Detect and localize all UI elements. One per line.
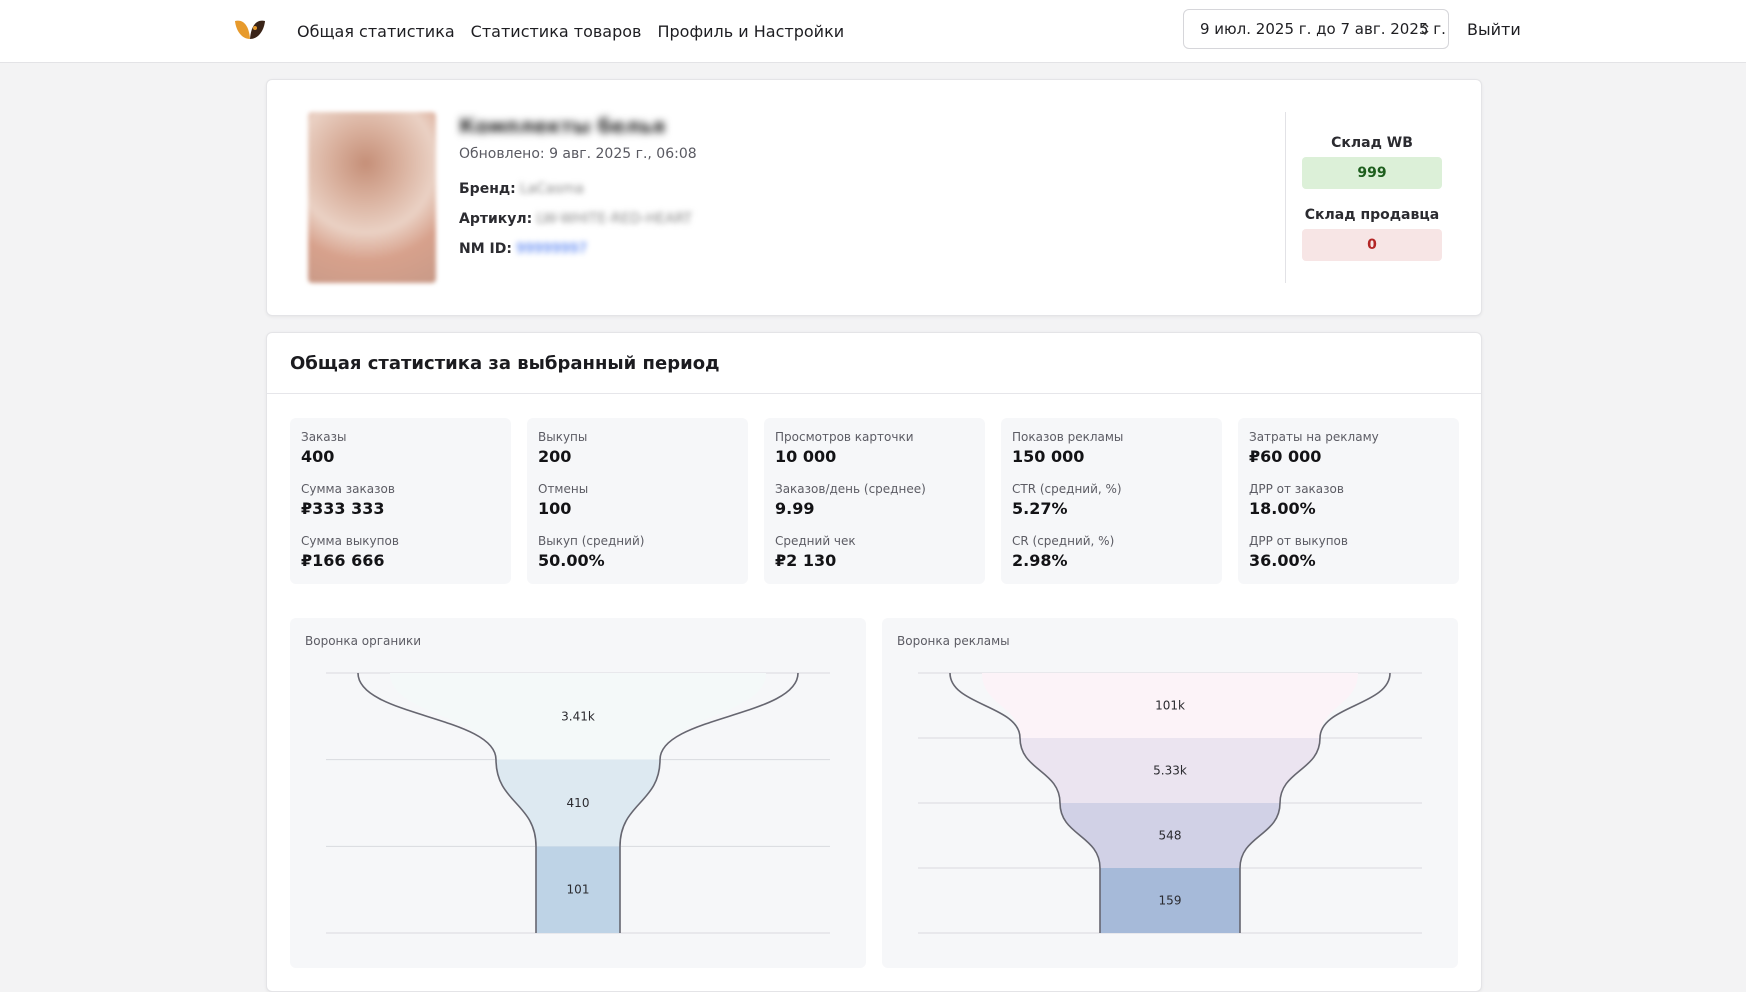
metric-value: 200	[538, 447, 572, 466]
metric-box: Просмотров карточки 10 000 Заказов/день (с…	[764, 418, 985, 584]
funnel-panel: Воронка рекламы 101k 5.33k 548 159	[882, 618, 1458, 968]
metric-box: Затраты на рекламу ₽60 000 ДРР от заказов 1…	[1238, 418, 1459, 584]
metric-label: Просмотров карточки	[775, 430, 914, 444]
metric-value: ₽333 333	[301, 499, 385, 518]
metric-label: CTR (средний, %)	[1012, 482, 1122, 496]
metric-value: 400	[301, 447, 335, 466]
stats-title: Общая статистика за выбранный период	[290, 353, 720, 374]
product-title: Комплекты белья	[459, 114, 666, 138]
metric-value: 5.27%	[1012, 499, 1068, 518]
funnel-panel: Воронка органики 3.41k 410 101	[290, 618, 866, 968]
metric-value: 2.98%	[1012, 551, 1068, 570]
nav-profile-settings[interactable]: Профиль и Настройки	[657, 22, 844, 41]
funnel-chart: 3.41k 410 101	[326, 672, 830, 934]
stock-wb-badge: 999	[1302, 157, 1442, 189]
metric-value: 18.00%	[1249, 499, 1316, 518]
chevron-updown-icon	[1421, 23, 1429, 35]
stock-seller-badge: 0	[1302, 229, 1442, 261]
brand-value: LaCasma	[519, 181, 585, 197]
funnel-stage-label: 101	[567, 883, 590, 897]
product-card: Комплекты белья Обновлено: 9 авг. 2025 г…	[266, 79, 1482, 316]
metric-value: 10 000	[775, 447, 837, 466]
article-row: Артикул: LW-WHITE-RED-HEART	[459, 211, 692, 227]
metric-value: ₽2 130	[775, 551, 837, 570]
funnel-stage-label: 101k	[1155, 699, 1185, 713]
metric-value: 150 000	[1012, 447, 1085, 466]
logo-icon[interactable]	[233, 17, 267, 43]
metric-box: Показов рекламы 150 000 CTR (средний, %) 5.…	[1001, 418, 1222, 584]
metric-label: ДРР от выкупов	[1249, 534, 1348, 548]
metric-label: Выкуп (средний)	[538, 534, 645, 548]
metric-label: Показов рекламы	[1012, 430, 1124, 444]
stock-seller-label: Склад продавца	[1304, 207, 1440, 223]
brand-label: Бренд:	[459, 181, 516, 197]
logout-button[interactable]: Выйти	[1467, 20, 1521, 39]
metric-value: ₽60 000	[1249, 447, 1322, 466]
article-value: LW-WHITE-RED-HEART	[536, 211, 693, 227]
nmid-label: NM ID:	[459, 241, 512, 257]
metric-label: Сумма заказов	[301, 482, 395, 496]
funnel-stage-label: 5.33k	[1153, 764, 1187, 778]
top-bar: Общая статистика Статистика товаров Проф…	[0, 0, 1746, 63]
divider	[267, 393, 1481, 394]
metric-label: Средний чек	[775, 534, 856, 548]
stock-wb-label: Склад WB	[1331, 135, 1413, 151]
metric-value: ₽166 666	[301, 551, 385, 570]
date-range-select[interactable]: 9 июл. 2025 г. до 7 авг. 2025 г.	[1183, 9, 1449, 49]
divider	[1285, 112, 1286, 283]
metric-label: Сумма выкупов	[301, 534, 399, 548]
nmid-row: NM ID: 99999997	[459, 241, 587, 257]
metric-label: Заказов/день (среднее)	[775, 482, 926, 496]
metric-label: CR (средний, %)	[1012, 534, 1115, 548]
funnel-chart: 101k 5.33k 548 159	[918, 672, 1422, 934]
metric-value: 36.00%	[1249, 551, 1316, 570]
brand-row: Бренд: LaCasma	[459, 181, 584, 197]
metric-label: ДРР от заказов	[1249, 482, 1344, 496]
stats-card: Общая статистика за выбранный период Зак…	[266, 332, 1482, 992]
metric-box: Выкупы 200 Отмены 100 Выкуп (средний) 50.00%	[527, 418, 748, 584]
metric-label: Отмены	[538, 482, 589, 496]
date-range-value: 9 июл. 2025 г. до 7 авг. 2025 г.	[1200, 20, 1446, 38]
nav-general-stats[interactable]: Общая статистика	[297, 22, 455, 41]
metric-value: 100	[538, 499, 572, 518]
funnel-stage-label: 159	[1159, 894, 1182, 908]
metric-value: 50.00%	[538, 551, 605, 570]
metric-label: Выкупы	[538, 430, 588, 444]
nav-product-stats[interactable]: Статистика товаров	[471, 22, 642, 41]
product-image	[308, 112, 436, 283]
metric-box: Заказы 400 Сумма заказов ₽333 333 Сумма выку…	[290, 418, 511, 584]
funnel-stage-label: 3.41k	[561, 709, 595, 723]
funnel-stage-label: 410	[567, 796, 590, 810]
article-label: Артикул:	[459, 211, 533, 227]
metric-label: Заказы	[301, 430, 347, 444]
nmid-link[interactable]: 99999997	[516, 241, 587, 257]
main-nav: Общая статистика Статистика товаров Проф…	[297, 0, 844, 62]
product-updated: Обновлено: 9 авг. 2025 г., 06:08	[459, 146, 697, 162]
metric-value: 9.99	[775, 499, 815, 518]
funnel-stage-label: 548	[1159, 829, 1182, 843]
metric-label: Затраты на рекламу	[1249, 430, 1379, 444]
